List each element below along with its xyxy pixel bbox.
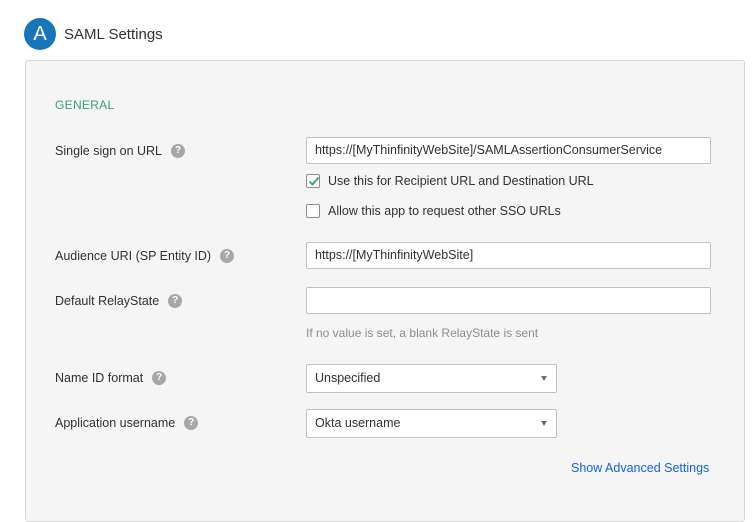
name-id-format-label: Name ID format: [55, 371, 144, 385]
name-id-format-value: Unspecified: [315, 371, 381, 385]
app-username-label-row: Application username ?: [55, 415, 199, 431]
recipient-url-option[interactable]: Use this for Recipient URL and Destinati…: [306, 173, 594, 189]
recipient-url-checkbox-label: Use this for Recipient URL and Destinati…: [328, 174, 594, 188]
sso-url-label: Single sign on URL: [55, 144, 163, 158]
sso-url-label-row: Single sign on URL ?: [55, 143, 186, 159]
app-username-select[interactable]: Okta username: [306, 409, 557, 438]
other-sso-option[interactable]: Allow this app to request other SSO URLs: [306, 203, 561, 219]
help-icon[interactable]: ?: [220, 249, 235, 263]
help-icon[interactable]: ?: [168, 294, 183, 308]
audience-uri-input[interactable]: https://[MyThinfinityWebSite]: [306, 242, 711, 269]
app-username-label: Application username: [55, 416, 176, 430]
page-title: SAML Settings: [64, 26, 163, 43]
chevron-down-icon: [541, 421, 547, 426]
section-heading-general: GENERAL: [55, 98, 115, 112]
other-sso-checkbox-label: Allow this app to request other SSO URLs: [328, 204, 561, 218]
help-icon[interactable]: ?: [152, 371, 167, 385]
sso-url-input[interactable]: https://[MyThinfinityWebSite]/SAMLAssert…: [306, 137, 711, 164]
show-advanced-settings-link[interactable]: Show Advanced Settings: [571, 461, 709, 475]
chevron-down-icon: [541, 376, 547, 381]
other-sso-checkbox[interactable]: [306, 204, 320, 218]
relay-state-input[interactable]: [306, 287, 711, 314]
checkmark-icon: [308, 176, 320, 186]
help-icon[interactable]: ?: [171, 144, 186, 158]
help-icon[interactable]: ?: [184, 416, 199, 430]
relay-state-hint: If no value is set, a blank RelayState i…: [306, 326, 539, 340]
recipient-url-checkbox[interactable]: [306, 174, 320, 188]
audience-uri-label-row: Audience URI (SP Entity ID) ?: [55, 248, 235, 264]
step-badge: A: [24, 18, 56, 50]
relay-state-label: Default RelayState: [55, 294, 160, 308]
audience-uri-label: Audience URI (SP Entity ID): [55, 249, 212, 263]
name-id-format-select[interactable]: Unspecified: [306, 364, 557, 393]
relay-state-label-row: Default RelayState ?: [55, 293, 183, 309]
name-id-format-label-row: Name ID format ?: [55, 370, 167, 386]
app-username-value: Okta username: [315, 416, 401, 430]
